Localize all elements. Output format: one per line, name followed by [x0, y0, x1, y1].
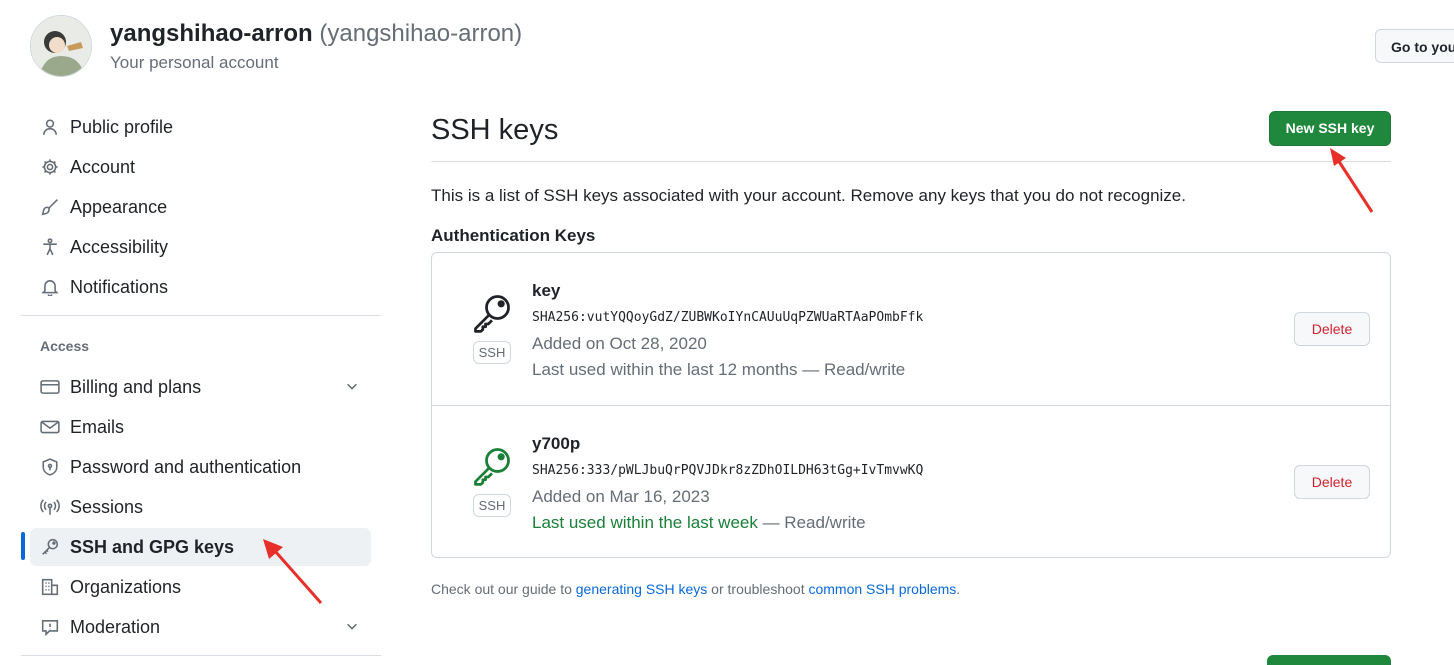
page-description: This is a list of SSH keys associated wi… [431, 186, 1186, 205]
delete-key-button[interactable]: Delete [1294, 312, 1370, 346]
ssh-badge: SSH [473, 494, 511, 517]
annotation-arrow [1330, 148, 1374, 213]
next-section-button[interactable] [1267, 655, 1391, 665]
sidebar-item-label: Organizations [70, 576, 182, 597]
key-access: — Read/write [797, 360, 906, 379]
sidebar-item-sessions[interactable]: Sessions [30, 488, 371, 526]
sidebar-item-emails[interactable]: Emails [30, 408, 371, 446]
sidebar-item-appearance[interactable]: Appearance [30, 188, 371, 226]
sidebar-divider [21, 315, 381, 316]
sidebar-item-label: Sessions [70, 496, 144, 517]
mail-icon [39, 416, 61, 438]
login-name: (yangshihao-arron) [319, 20, 523, 47]
key-icon [470, 444, 514, 488]
key-access: — Read/write [757, 513, 866, 532]
sidebar-item-label: Password and authentication [70, 456, 302, 477]
sidebar-item-label: SSH and GPG keys [70, 536, 235, 557]
chevron-down-icon[interactable] [345, 619, 359, 638]
common-ssh-problems-link[interactable]: common SSH problems [808, 581, 956, 597]
key-fingerprint: SHA256:vutYQQoyGdZ/ZUBWKoIYnCAUuUqPZWUaR… [532, 310, 924, 325]
ssh-key-row: SSH key SHA256:vutYQQoyGdZ/ZUBWKoIYnCAUu… [432, 253, 1390, 405]
sidebar-item-label: Emails [70, 416, 125, 437]
help-note-prefix: Check out our guide to [431, 581, 576, 597]
key-icon [470, 291, 514, 335]
sidebar-item-billing[interactable]: Billing and plans [30, 368, 371, 406]
key-icon [39, 536, 61, 558]
key-added-date: Added on Mar 16, 2023 [532, 487, 710, 506]
bell-icon [39, 276, 61, 298]
ssh-key-row: SSH y700p SHA256:333/pWLJbuQrPQVJDkr8zZD… [432, 405, 1390, 557]
sidebar-item-label: Appearance [70, 196, 168, 217]
key-added-date: Added on Oct 28, 2020 [532, 334, 707, 353]
paintbrush-icon [39, 196, 61, 218]
section-heading: Authentication Keys [431, 226, 596, 245]
report-icon [39, 616, 61, 638]
sidebar-item-password[interactable]: Password and authentication [30, 448, 371, 486]
help-note-middle: or troubleshoot [707, 581, 809, 597]
person-icon [39, 116, 61, 138]
sidebar-item-accessibility[interactable]: Accessibility [30, 228, 371, 266]
accessibility-icon [39, 236, 61, 258]
annotation-arrow [263, 539, 323, 604]
key-last-used: Last used within the last week — Read/wr… [532, 513, 866, 533]
sidebar-item-label: Accessibility [70, 236, 169, 257]
help-note-suffix: . [956, 581, 961, 597]
key-last-used: Last used within the last 12 months — Re… [532, 360, 905, 380]
go-to-profile-button[interactable]: Go to your [1375, 29, 1454, 63]
sidebar-divider [21, 655, 381, 656]
sidebar-section-title: Access [40, 338, 90, 354]
page-title: SSH keys [431, 114, 559, 146]
organization-icon [39, 576, 61, 598]
sidebar-item-public-profile[interactable]: Public profile [30, 108, 371, 146]
sidebar-item-notifications[interactable]: Notifications [30, 268, 371, 306]
ssh-badge: SSH [473, 341, 511, 364]
sidebar-item-moderation[interactable]: Moderation [30, 608, 371, 646]
sidebar-item-label: Moderation [70, 616, 161, 637]
chevron-down-icon[interactable] [345, 379, 359, 398]
credit-card-icon [39, 376, 61, 398]
shield-lock-icon [39, 456, 61, 478]
generating-ssh-keys-link[interactable]: generating SSH keys [576, 581, 708, 597]
key-last-used-text: Last used within the last week [532, 513, 758, 532]
title-divider [431, 161, 1391, 162]
sidebar-item-label: Notifications [70, 276, 169, 297]
ssh-keys-list: SSH key SHA256:vutYQQoyGdZ/ZUBWKoIYnCAUu… [431, 252, 1391, 558]
key-title: key [532, 281, 561, 300]
active-indicator [21, 532, 25, 560]
key-title: y700p [532, 434, 581, 453]
sidebar-item-label: Billing and plans [70, 376, 202, 397]
gear-icon [39, 156, 61, 178]
key-last-used-text: Last used within the last 12 months [532, 360, 798, 379]
broadcast-icon [39, 496, 61, 518]
delete-key-button[interactable]: Delete [1294, 465, 1370, 499]
key-fingerprint: SHA256:333/pWLJbuQrPQVJDkr8zZDhOILDH63tG… [532, 463, 924, 478]
sidebar-item-account[interactable]: Account [30, 148, 371, 186]
sidebar-item-label: Public profile [70, 116, 174, 137]
avatar[interactable] [30, 15, 92, 77]
sidebar-item-label: Account [70, 156, 136, 177]
account-heading: yangshihao-arron (yangshihao-arron) [110, 20, 522, 48]
account-subtitle: Your personal account [110, 53, 279, 72]
display-name[interactable]: yangshihao-arron [110, 20, 313, 47]
help-note: Check out our guide to generating SSH ke… [431, 581, 960, 597]
